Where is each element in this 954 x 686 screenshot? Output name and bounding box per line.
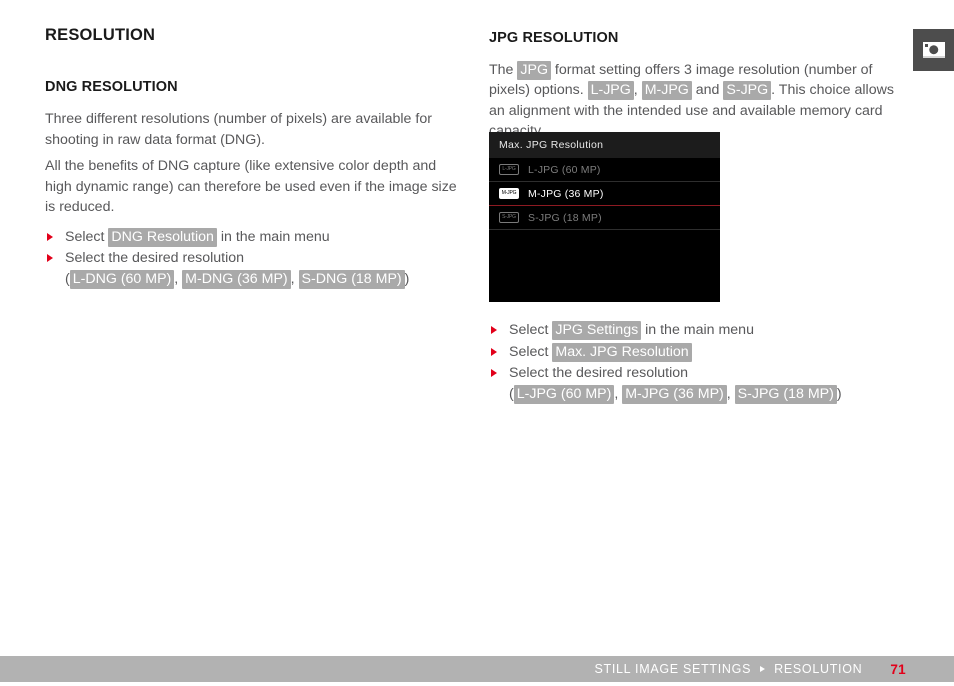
intro-text-1: The bbox=[489, 61, 518, 78]
jpg-step-section: Select JPG Settings in the main menu Sel… bbox=[489, 320, 907, 405]
jpg-step-list: Select JPG Settings in the main menu Sel… bbox=[489, 320, 907, 404]
camera-menu-empty-area bbox=[489, 230, 720, 298]
camera-menu-item-label: M-JPG (36 MP) bbox=[528, 187, 604, 200]
dng-resolution-heading: DNG RESOLUTION bbox=[45, 79, 178, 96]
list-item: Select the desired resolution (L-DNG (60… bbox=[45, 248, 463, 289]
camera-menu-header: Max. JPG Resolution bbox=[489, 132, 720, 158]
menu-term-chip: L-JPG (60 MP) bbox=[513, 384, 615, 404]
step-text-pre: Select bbox=[509, 343, 553, 360]
camera-menu-item-m-jpg[interactable]: M-JPG M-JPG (36 MP) bbox=[489, 182, 720, 206]
menu-term-chip: L-DNG (60 MP) bbox=[69, 269, 175, 289]
step-text-post: in the main menu bbox=[641, 322, 754, 338]
step-options-line: (L-DNG (60 MP), M-DNG (36 MP), S-DNG (18… bbox=[65, 269, 463, 290]
step-text-post: in the main menu bbox=[216, 228, 330, 245]
bullet-arrow-icon bbox=[491, 326, 497, 334]
intro-text-4: and bbox=[691, 82, 724, 99]
menu-term-chip: M-JPG bbox=[641, 81, 692, 101]
list-item: Select Max. JPG Resolution bbox=[489, 342, 907, 363]
step-text-pre: Select bbox=[65, 228, 109, 245]
menu-term-chip: L-JPG bbox=[587, 81, 634, 101]
menu-term-chip: M-DNG (36 MP) bbox=[182, 269, 291, 289]
list-item: Select the desired resolution (L-JPG (60… bbox=[489, 363, 907, 404]
page-root: RESOLUTION DNG RESOLUTION Three differen… bbox=[0, 0, 954, 686]
camera-icon bbox=[922, 42, 945, 58]
paren-close: ) bbox=[404, 270, 410, 287]
separator: , bbox=[726, 385, 735, 402]
menu-term-chip: DNG Resolution bbox=[108, 227, 217, 247]
menu-term-chip: JPG bbox=[517, 60, 551, 80]
step-text: Select the desired resolution bbox=[509, 365, 689, 381]
page-footer: STILL IMAGE SETTINGS RESOLUTION 71 bbox=[0, 656, 954, 682]
camera-menu-list: L-JPG L-JPG (60 MP) M-JPG M-JPG (36 MP) … bbox=[489, 158, 720, 298]
camera-menu-item-label: S-JPG (18 MP) bbox=[528, 211, 602, 224]
separator: , bbox=[290, 270, 299, 287]
camera-flash-dot bbox=[925, 44, 928, 47]
m-jpg-icon: M-JPG bbox=[499, 188, 519, 199]
bullet-arrow-icon bbox=[47, 254, 53, 263]
page-title: RESOLUTION bbox=[45, 26, 156, 44]
step-options-line: (L-JPG (60 MP), M-JPG (36 MP), S-JPG (18… bbox=[509, 384, 907, 405]
jpg-resolution-heading: JPG RESOLUTION bbox=[489, 30, 619, 46]
list-item: Select DNG Resolution in the main menu bbox=[45, 227, 463, 248]
chapter-marker-badge bbox=[913, 29, 954, 71]
breadcrumb-separator-icon bbox=[760, 665, 766, 672]
breadcrumb-section: RESOLUTION bbox=[774, 662, 863, 676]
camera-base bbox=[922, 56, 945, 58]
camera-menu-title: Max. JPG Resolution bbox=[499, 139, 604, 151]
list-item: Select JPG Settings in the main menu bbox=[489, 320, 907, 341]
camera-menu-item-l-jpg[interactable]: L-JPG L-JPG (60 MP) bbox=[489, 158, 720, 182]
s-jpg-icon: S-JPG bbox=[499, 212, 519, 223]
camera-menu-screenshot: Max. JPG Resolution L-JPG L-JPG (60 MP) … bbox=[489, 132, 720, 302]
l-jpg-icon: L-JPG bbox=[499, 164, 519, 175]
menu-term-chip: S-JPG bbox=[723, 81, 772, 101]
camera-menu-item-s-jpg[interactable]: S-JPG S-JPG (18 MP) bbox=[489, 206, 720, 230]
menu-term-chip: S-DNG (18 MP) bbox=[298, 269, 405, 289]
left-column: RESOLUTION DNG RESOLUTION Three differen… bbox=[45, 26, 463, 290]
step-text-pre: Select bbox=[509, 322, 553, 338]
bullet-arrow-icon bbox=[491, 347, 497, 356]
page-number: 71 bbox=[890, 661, 906, 677]
jpg-intro-paragraph: The JPG format setting offers 3 image re… bbox=[489, 60, 907, 142]
menu-term-chip: JPG Settings bbox=[552, 321, 642, 340]
breadcrumb-chapter: STILL IMAGE SETTINGS bbox=[594, 662, 752, 676]
step-text: Select the desired resolution bbox=[65, 250, 245, 267]
paren-close: ) bbox=[836, 385, 842, 402]
camera-menu-item-label: L-JPG (60 MP) bbox=[528, 163, 601, 176]
menu-term-chip: S-JPG (18 MP) bbox=[734, 384, 837, 404]
intro-text-3: , bbox=[633, 82, 642, 99]
bullet-arrow-icon bbox=[491, 369, 497, 377]
menu-term-chip: Max. JPG Resolution bbox=[552, 342, 692, 362]
camera-lens bbox=[928, 44, 939, 55]
dng-paragraph-2: All the benefits of DNG capture (like ex… bbox=[45, 158, 457, 216]
bullet-arrow-icon bbox=[47, 232, 53, 241]
dng-paragraph-1: Three different resolutions (number of p… bbox=[45, 111, 432, 148]
separator: , bbox=[174, 270, 183, 287]
dng-step-list: Select DNG Resolution in the main menu S… bbox=[45, 227, 463, 290]
menu-term-chip: M-JPG (36 MP) bbox=[622, 384, 727, 404]
